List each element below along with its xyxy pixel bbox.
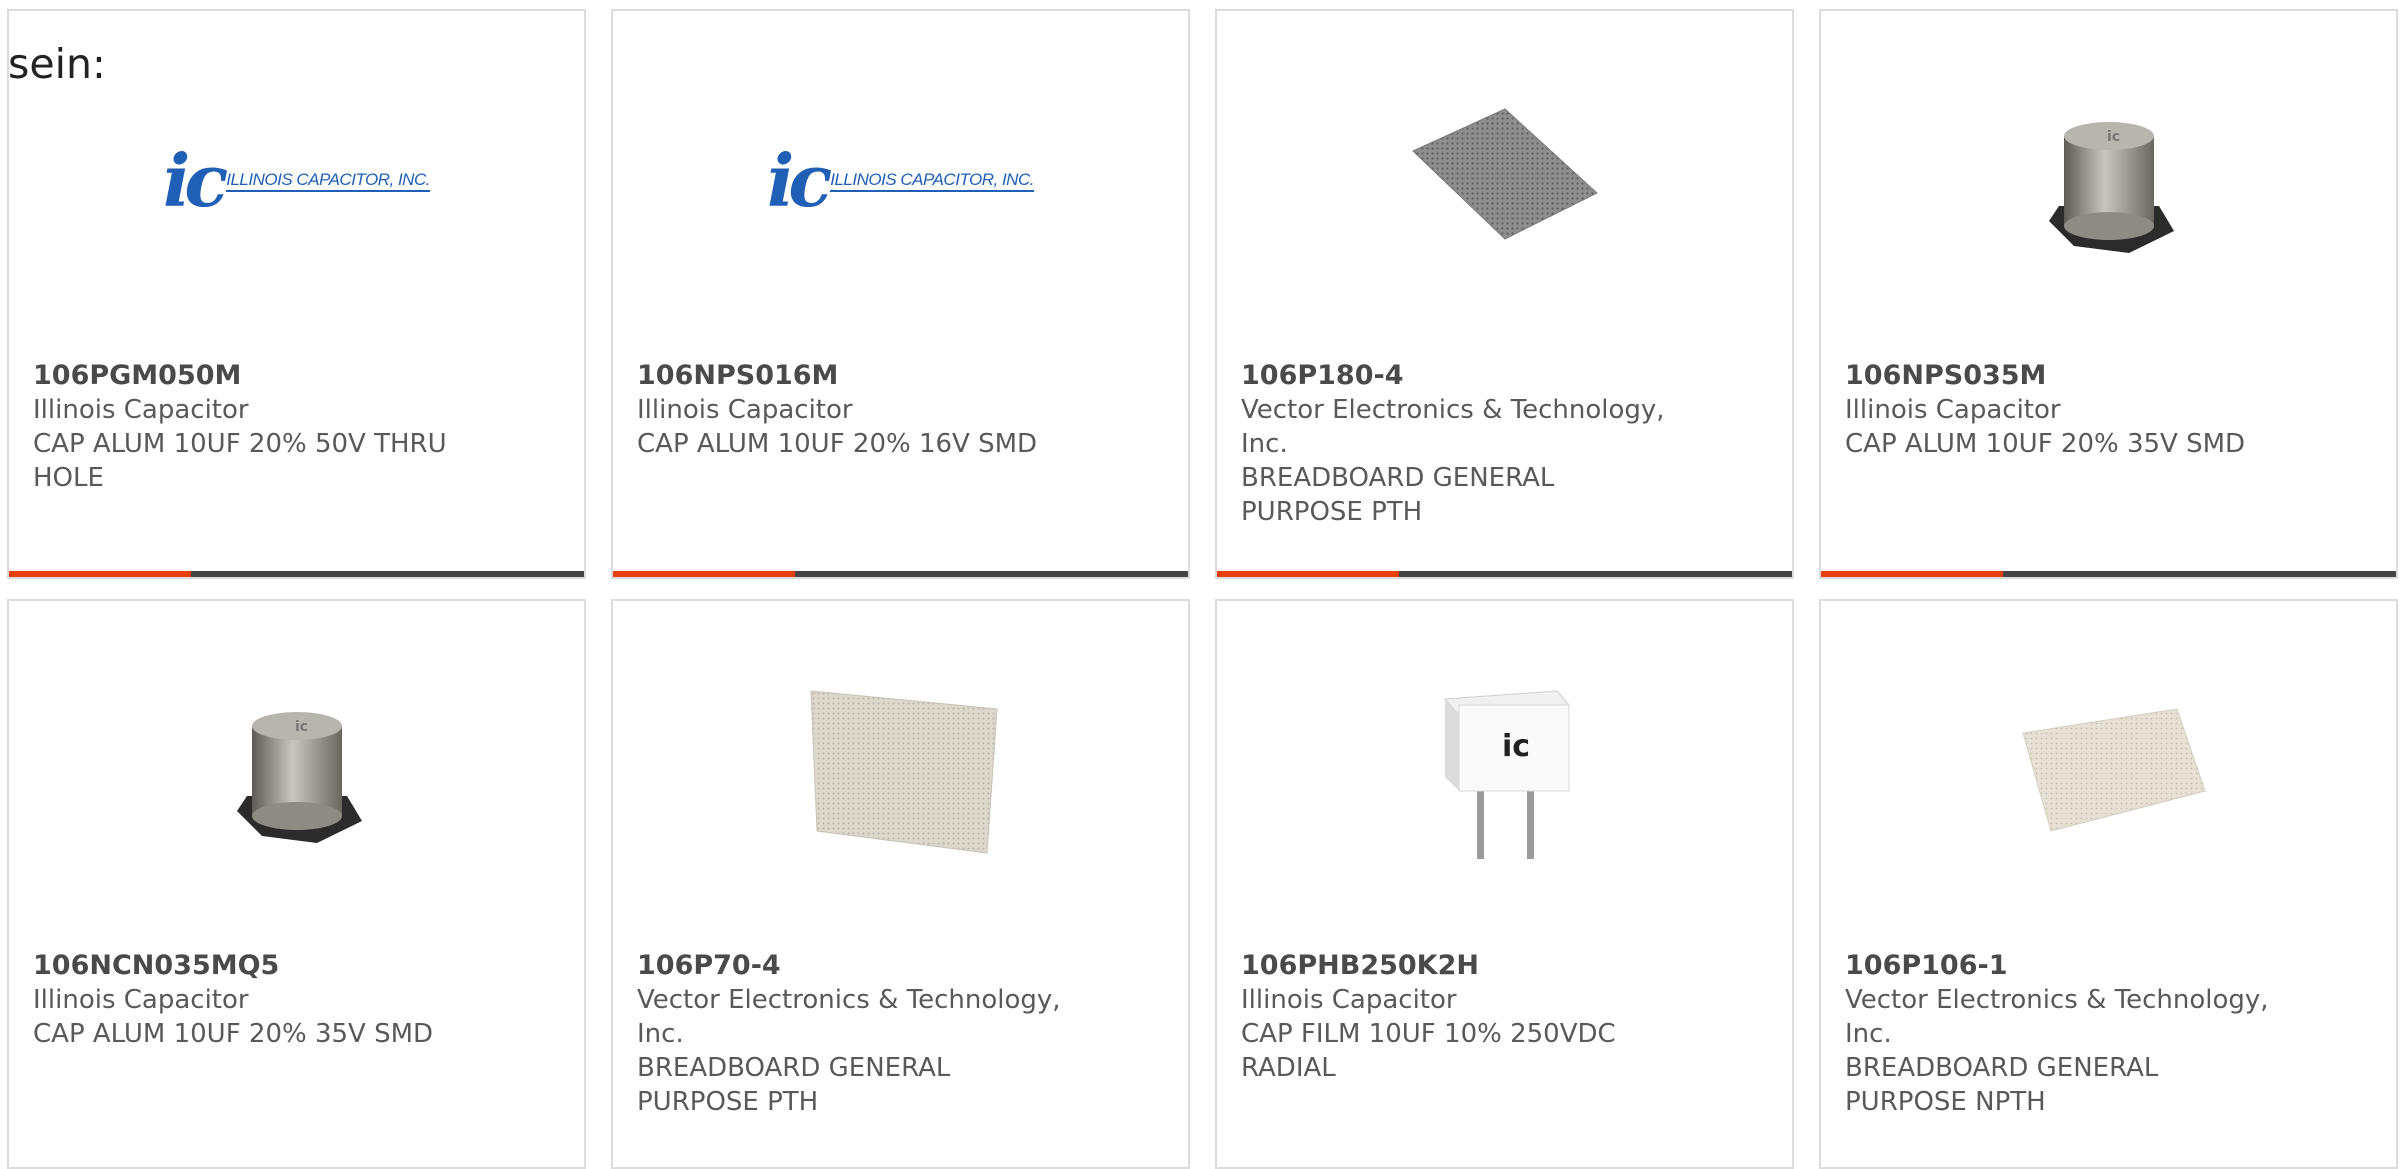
product-info: 106NPS035M Illinois Capacitor CAP ALUM 1… <box>1845 359 2295 461</box>
card-footer-bar <box>1821 571 2396 577</box>
description-cont: PURPOSE PTH <box>637 1087 819 1117</box>
manufacturer: Vector Electronics & Technology, <box>1845 985 2269 1015</box>
manufacturer: Illinois Capacitor <box>1845 395 2061 425</box>
part-number[interactable]: 106P70-4 <box>637 949 1087 983</box>
description: CAP ALUM 10UF 20% 50V THRU <box>33 429 447 459</box>
product-thumbnail[interactable]: ic ILLINOIS CAPACITOR, INC. <box>613 81 1188 281</box>
svg-text:ic: ic <box>1502 729 1530 764</box>
description: BREADBOARD GENERAL <box>1845 1053 2159 1083</box>
manufacturer-cont: Inc. <box>1845 1019 1892 1049</box>
product-thumbnail[interactable]: ic <box>1821 81 2396 281</box>
film-capacitor-icon: ic <box>1443 690 1570 859</box>
description-cont: HOLE <box>33 463 104 493</box>
manufacturer: Vector Electronics & Technology, <box>637 985 1061 1015</box>
product-info: 106P106-1 Vector Electronics & Technolog… <box>1845 949 2295 1119</box>
svg-text:ic: ic <box>295 719 308 735</box>
breadboard-icon <box>1411 108 1598 240</box>
part-number[interactable]: 106PHB250K2H <box>1241 949 1691 983</box>
card-footer-bar <box>1217 571 1792 577</box>
page-label: sein: <box>8 40 106 88</box>
product-card[interactable]: ic ILLINOIS CAPACITOR, INC. 106NPS016M I… <box>611 9 1190 579</box>
breadboard-icon <box>2021 708 2206 832</box>
description: CAP ALUM 10UF 20% 35V SMD <box>33 1019 434 1049</box>
product-info: 106PGM050M Illinois Capacitor CAP ALUM 1… <box>33 359 483 495</box>
product-info: 106PHB250K2H Illinois Capacitor CAP FILM… <box>1241 949 1691 1085</box>
manufacturer: Vector Electronics & Technology, <box>1241 395 1665 425</box>
part-number[interactable]: 106PGM050M <box>33 359 483 393</box>
svg-text:ic: ic <box>2107 129 2120 145</box>
description: CAP ALUM 10UF 20% 35V SMD <box>1845 429 2246 459</box>
product-thumbnail[interactable]: ic ILLINOIS CAPACITOR, INC. <box>9 81 584 281</box>
product-info: 106NPS016M Illinois Capacitor CAP ALUM 1… <box>637 359 1087 461</box>
product-thumbnail[interactable] <box>613 671 1188 871</box>
product-card[interactable]: 106P106-1 Vector Electronics & Technolog… <box>1819 599 2398 1169</box>
illinois-capacitor-logo-icon: ic ILLINOIS CAPACITOR, INC. <box>767 138 1034 223</box>
product-thumbnail[interactable]: ic <box>9 671 584 871</box>
smd-capacitor-icon: ic <box>236 712 362 843</box>
manufacturer-cont: Inc. <box>1241 429 1288 459</box>
smd-capacitor-icon: ic <box>2048 122 2174 253</box>
product-info: 106P180-4 Vector Electronics & Technolog… <box>1241 359 1691 529</box>
product-card[interactable]: ic ILLINOIS CAPACITOR, INC. 106PGM050M I… <box>7 9 586 579</box>
card-footer-bar <box>613 571 1188 577</box>
description: CAP ALUM 10UF 20% 16V SMD <box>637 429 1038 459</box>
product-card[interactable]: ic 106NCN035MQ5 Illinois Capacitor CAP A… <box>7 599 586 1169</box>
manufacturer: Illinois Capacitor <box>33 985 249 1015</box>
description-cont: PURPOSE PTH <box>1241 497 1423 527</box>
description-cont: PURPOSE NPTH <box>1845 1087 2046 1117</box>
product-card[interactable]: 106P180-4 Vector Electronics & Technolog… <box>1215 9 1794 579</box>
product-thumbnail[interactable] <box>1821 671 2396 871</box>
product-info: 106NCN035MQ5 Illinois Capacitor CAP ALUM… <box>33 949 483 1051</box>
description-cont: RADIAL <box>1241 1053 1336 1083</box>
part-number[interactable]: 106NPS035M <box>1845 359 2295 393</box>
breadboard-icon <box>809 690 998 854</box>
description: CAP FILM 10UF 10% 250VDC <box>1241 1019 1616 1049</box>
manufacturer: Illinois Capacitor <box>637 395 853 425</box>
product-card[interactable]: ic 106NPS035M Illinois Capacitor CAP ALU… <box>1819 9 2398 579</box>
description: BREADBOARD GENERAL <box>637 1053 951 1083</box>
manufacturer-cont: Inc. <box>637 1019 684 1049</box>
illinois-capacitor-logo-icon: ic ILLINOIS CAPACITOR, INC. <box>163 138 430 223</box>
product-info: 106P70-4 Vector Electronics & Technology… <box>637 949 1087 1119</box>
part-number[interactable]: 106P180-4 <box>1241 359 1691 393</box>
product-card[interactable]: 106P70-4 Vector Electronics & Technology… <box>611 599 1190 1169</box>
part-number[interactable]: 106NCN035MQ5 <box>33 949 483 983</box>
manufacturer: Illinois Capacitor <box>33 395 249 425</box>
product-card[interactable]: ic 106PHB250K2H Illinois Capacitor CAP F… <box>1215 599 1794 1169</box>
part-number[interactable]: 106P106-1 <box>1845 949 2295 983</box>
card-footer-bar <box>9 571 584 577</box>
part-number[interactable]: 106NPS016M <box>637 359 1087 393</box>
description: BREADBOARD GENERAL <box>1241 463 1555 493</box>
product-thumbnail[interactable] <box>1217 81 1792 281</box>
manufacturer: Illinois Capacitor <box>1241 985 1457 1015</box>
product-thumbnail[interactable]: ic <box>1217 671 1792 871</box>
